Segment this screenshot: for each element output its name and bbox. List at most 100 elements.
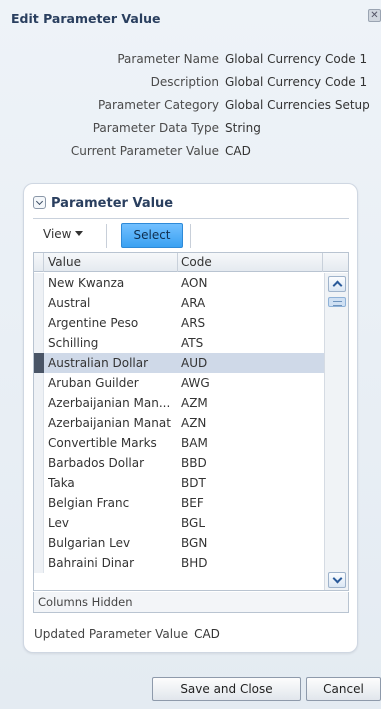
row-gutter: [34, 353, 44, 373]
currency-table: Value Code New Kwanza AON Austral ARA Argent…: [33, 252, 349, 591]
cell-code: BGL: [181, 516, 206, 530]
info-row-parameter-name: Parameter Name Global Currency Code 1: [0, 50, 381, 68]
column-separator[interactable]: [177, 253, 178, 272]
table-row[interactable]: Schilling ATS: [34, 333, 324, 353]
info-label: Parameter Data Type: [92, 121, 219, 135]
cell-value: Azerbaijanian Man...: [48, 396, 171, 410]
scroll-thumb[interactable]: [328, 297, 346, 307]
table-row[interactable]: Azerbaijanian Man... AZM: [34, 393, 324, 413]
info-value: Global Currencies Setup: [225, 98, 370, 112]
table-row[interactable]: Australian Dollar AUD: [34, 353, 324, 373]
info-label: Parameter Name: [117, 52, 219, 66]
table-row[interactable]: Aruban Guilder AWG: [34, 373, 324, 393]
table-row[interactable]: Belgian Franc BEF: [34, 493, 324, 513]
table-header: Value Code: [34, 253, 348, 272]
table-row[interactable]: Bahraini Dinar BHD: [34, 553, 324, 573]
save-and-close-button[interactable]: Save and Close: [152, 677, 301, 701]
cell-value: Argentine Peso: [48, 316, 139, 330]
scroll-down-icon[interactable]: [328, 572, 346, 588]
panel-header[interactable]: Parameter Value: [33, 194, 173, 214]
column-header-value[interactable]: Value: [48, 253, 81, 272]
toolbar-separator: [190, 224, 191, 248]
collapse-chevron-icon[interactable]: [33, 196, 46, 209]
updated-label: Updated Parameter Value: [34, 627, 189, 641]
toolbar-separator: [106, 224, 107, 248]
info-value: String: [225, 121, 261, 135]
row-gutter: [34, 393, 44, 413]
close-icon[interactable]: ✕: [368, 9, 381, 22]
parameter-value-panel: Parameter Value View Select Value Code N…: [23, 183, 358, 653]
info-row-current-parameter-value: Current Parameter Value CAD: [0, 142, 381, 160]
row-gutter: [34, 493, 44, 513]
table-row[interactable]: New Kwanza AON: [34, 273, 324, 293]
table-row[interactable]: Lev BGL: [34, 513, 324, 533]
row-gutter: [34, 273, 44, 293]
cell-code: ATS: [181, 336, 204, 350]
cell-value: Schilling: [48, 336, 99, 350]
scroll-up-icon[interactable]: [328, 276, 346, 292]
view-menu[interactable]: View: [43, 227, 84, 241]
row-gutter: [34, 313, 44, 333]
table-row[interactable]: Bulgarian Lev BGN: [34, 533, 324, 553]
view-menu-label: View: [43, 227, 72, 241]
row-gutter: [34, 473, 44, 493]
table-row[interactable]: Argentine Peso ARS: [34, 313, 324, 333]
table-row[interactable]: Taka BDT: [34, 473, 324, 493]
cell-value: Taka: [48, 476, 75, 490]
row-gutter: [34, 553, 44, 573]
cell-value: Convertible Marks: [48, 436, 157, 450]
cell-code: BDT: [181, 476, 206, 490]
cell-code: ARA: [181, 296, 206, 310]
cell-value: Azerbaijanian Manat: [48, 416, 171, 430]
cell-code: AUD: [181, 356, 208, 370]
divider: [33, 218, 349, 219]
cell-code: BGN: [181, 536, 208, 550]
cancel-button[interactable]: Cancel: [306, 677, 381, 701]
row-gutter: [34, 293, 44, 313]
table-body: New Kwanza AON Austral ARA Argentine Peso ARS…: [34, 273, 324, 590]
cell-code: BHD: [181, 556, 208, 570]
info-row-parameter-category: Parameter Category Global Currencies Set…: [0, 96, 381, 114]
cell-code: ARS: [181, 316, 206, 330]
edit-parameter-dialog: Edit Parameter Value ✕ Parameter Name Gl…: [0, 0, 381, 709]
vertical-scrollbar[interactable]: [324, 273, 348, 590]
updated-value: CAD: [194, 627, 220, 641]
cell-value: Barbados Dollar: [48, 456, 145, 470]
cell-code: AON: [181, 276, 208, 290]
info-row-description: Description Global Currency Code 1: [0, 73, 381, 91]
table-row[interactable]: Austral ARA: [34, 293, 324, 313]
row-gutter: [34, 413, 44, 433]
row-gutter: [34, 533, 44, 553]
cell-value: Australian Dollar: [48, 356, 149, 370]
row-gutter: [34, 513, 44, 533]
info-label: Current Parameter Value: [70, 144, 219, 158]
cell-code: AZM: [181, 396, 208, 410]
cell-code: AZN: [181, 416, 207, 430]
cell-value: Bulgarian Lev: [48, 536, 131, 550]
cell-value: Aruban Guilder: [48, 376, 139, 390]
table-toolbar: View Select: [33, 221, 349, 251]
column-separator: [322, 253, 323, 272]
header-corner: [34, 253, 44, 272]
info-label: Parameter Category: [97, 98, 219, 112]
row-gutter: [34, 453, 44, 473]
info-value: Global Currency Code 1: [225, 52, 368, 66]
select-button[interactable]: Select: [121, 223, 183, 248]
updated-parameter-value: Updated Parameter Value CAD: [34, 627, 220, 641]
table-status-bar: Columns Hidden: [33, 592, 349, 613]
caret-down-icon: [75, 231, 84, 236]
info-value: Global Currency Code 1: [225, 75, 368, 89]
column-header-code[interactable]: Code: [181, 253, 212, 272]
row-gutter: [34, 433, 44, 453]
table-row[interactable]: Azerbaijanian Manat AZN: [34, 413, 324, 433]
table-row[interactable]: Convertible Marks BAM: [34, 433, 324, 453]
info-label: Description: [150, 75, 219, 89]
cell-value: New Kwanza: [48, 276, 125, 290]
cell-code: AWG: [181, 376, 210, 390]
cell-code: BBD: [181, 456, 207, 470]
cell-value: Belgian Franc: [48, 496, 130, 510]
table-row[interactable]: Barbados Dollar BBD: [34, 453, 324, 473]
dialog-title: Edit Parameter Value: [11, 11, 161, 26]
cell-value: Bahraini Dinar: [48, 556, 135, 570]
cell-code: BAM: [181, 436, 208, 450]
